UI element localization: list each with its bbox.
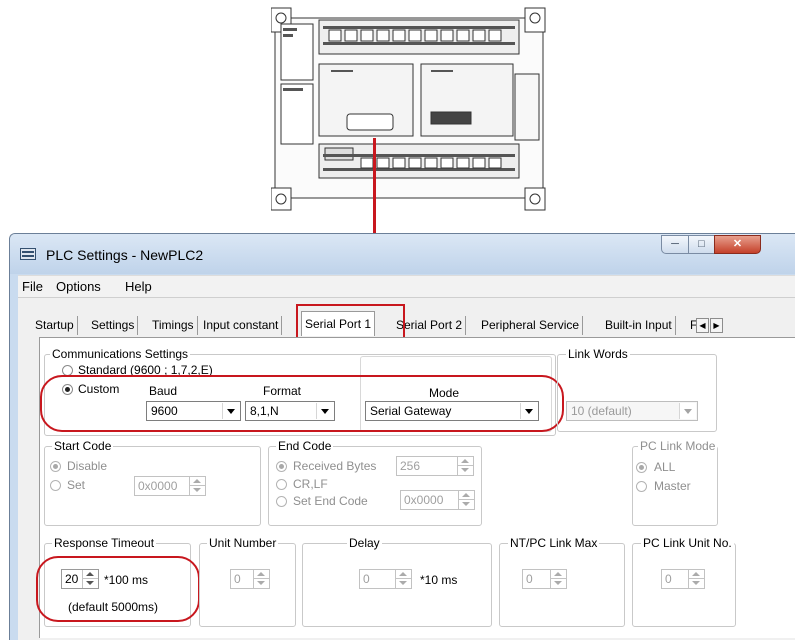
- menu-file[interactable]: File: [22, 279, 43, 294]
- pc-link-unit-no-value: 0: [665, 572, 672, 586]
- maximize-button[interactable]: □: [688, 235, 715, 254]
- minimize-button[interactable]: ─: [661, 235, 689, 254]
- end-set-label: Set End Code: [293, 494, 368, 508]
- delay-spinner[interactable]: 0: [359, 569, 412, 589]
- start-set-radio[interactable]: [50, 480, 61, 491]
- received-bytes-spinner[interactable]: 256: [396, 456, 474, 476]
- end-code-value: 0x0000: [404, 493, 444, 507]
- pc-link-unit-no-spinner[interactable]: 0: [661, 569, 705, 589]
- start-disable-label: Disable: [67, 459, 108, 473]
- tab-peripheral-service[interactable]: Peripheral Service: [478, 316, 584, 335]
- start-set-label: Set: [67, 478, 86, 492]
- start-code-value: 0x0000: [138, 479, 178, 493]
- communications-settings-label: Communications Settings: [50, 347, 191, 361]
- pc-link-all-radio[interactable]: [636, 462, 647, 473]
- menu-options[interactable]: Options: [56, 279, 101, 294]
- response-timeout-label: Response Timeout: [52, 536, 157, 550]
- end-crlf-label: CR,LF: [293, 477, 328, 491]
- end-code-spinner[interactable]: 0x0000: [400, 490, 475, 510]
- end-received-label: Received Bytes: [293, 459, 377, 473]
- tab-timings[interactable]: Timings: [149, 316, 198, 335]
- unit-number-spinner[interactable]: 0: [230, 569, 270, 589]
- start-code-spinner[interactable]: 0x0000: [134, 476, 206, 496]
- start-code-label: Start Code: [52, 439, 114, 453]
- received-bytes-value: 256: [400, 459, 421, 473]
- annotation-timeout-highlight: [36, 556, 200, 622]
- delay-label: Delay: [347, 536, 382, 550]
- nt-pc-link-max-spinner[interactable]: 0: [522, 569, 567, 589]
- title-bar: PLC Settings - NewPLC2 ─ □ ✕: [10, 234, 795, 274]
- tab-built-in-input[interactable]: Built-in Input: [602, 316, 676, 335]
- window-title: PLC Settings - NewPLC2: [46, 247, 204, 263]
- end-code-label: End Code: [276, 439, 334, 453]
- menu-bar: File Options Help: [18, 275, 795, 298]
- link-words-label: Link Words: [566, 347, 630, 361]
- pc-link-all-label: ALL: [654, 460, 676, 474]
- menu-help[interactable]: Help: [125, 279, 152, 294]
- tab-scroll-left-button[interactable]: ◀: [696, 318, 709, 333]
- nt-pc-link-max-label: NT/PC Link Max: [508, 536, 600, 550]
- tab-input-constant[interactable]: Input constant: [200, 316, 283, 335]
- annotation-comms-highlight: [40, 375, 564, 432]
- unit-number-label: Unit Number: [207, 536, 279, 550]
- plc-device-image: [271, 7, 546, 211]
- pc-link-mode-label: PC Link Mode: [638, 439, 718, 453]
- chevron-down-icon: [679, 403, 696, 419]
- delay-value: 0: [363, 572, 370, 586]
- plc-settings-window: PLC Settings - NewPLC2 ─ □ ✕ File Option…: [9, 233, 795, 640]
- link-words-value: 10 (default): [571, 404, 632, 418]
- tab-settings[interactable]: Settings: [88, 316, 139, 335]
- tab-scroll-right-button[interactable]: ▶: [710, 318, 723, 333]
- end-received-radio[interactable]: [276, 461, 287, 472]
- pc-link-master-label: Master: [654, 479, 691, 493]
- plc-app-icon: [20, 248, 36, 260]
- delay-unit: *10 ms: [420, 573, 458, 587]
- start-disable-radio[interactable]: [50, 461, 61, 472]
- pc-link-master-radio[interactable]: [636, 481, 647, 492]
- end-set-radio[interactable]: [276, 496, 287, 507]
- nt-pc-link-max-value: 0: [526, 572, 533, 586]
- unit-number-value: 0: [234, 572, 241, 586]
- pc-link-unit-no-label: PC Link Unit No.: [641, 536, 734, 550]
- tab-startup[interactable]: Startup: [32, 316, 78, 335]
- link-words-select[interactable]: 10 (default): [566, 401, 698, 421]
- end-crlf-radio[interactable]: [276, 479, 287, 490]
- close-button[interactable]: ✕: [714, 235, 761, 254]
